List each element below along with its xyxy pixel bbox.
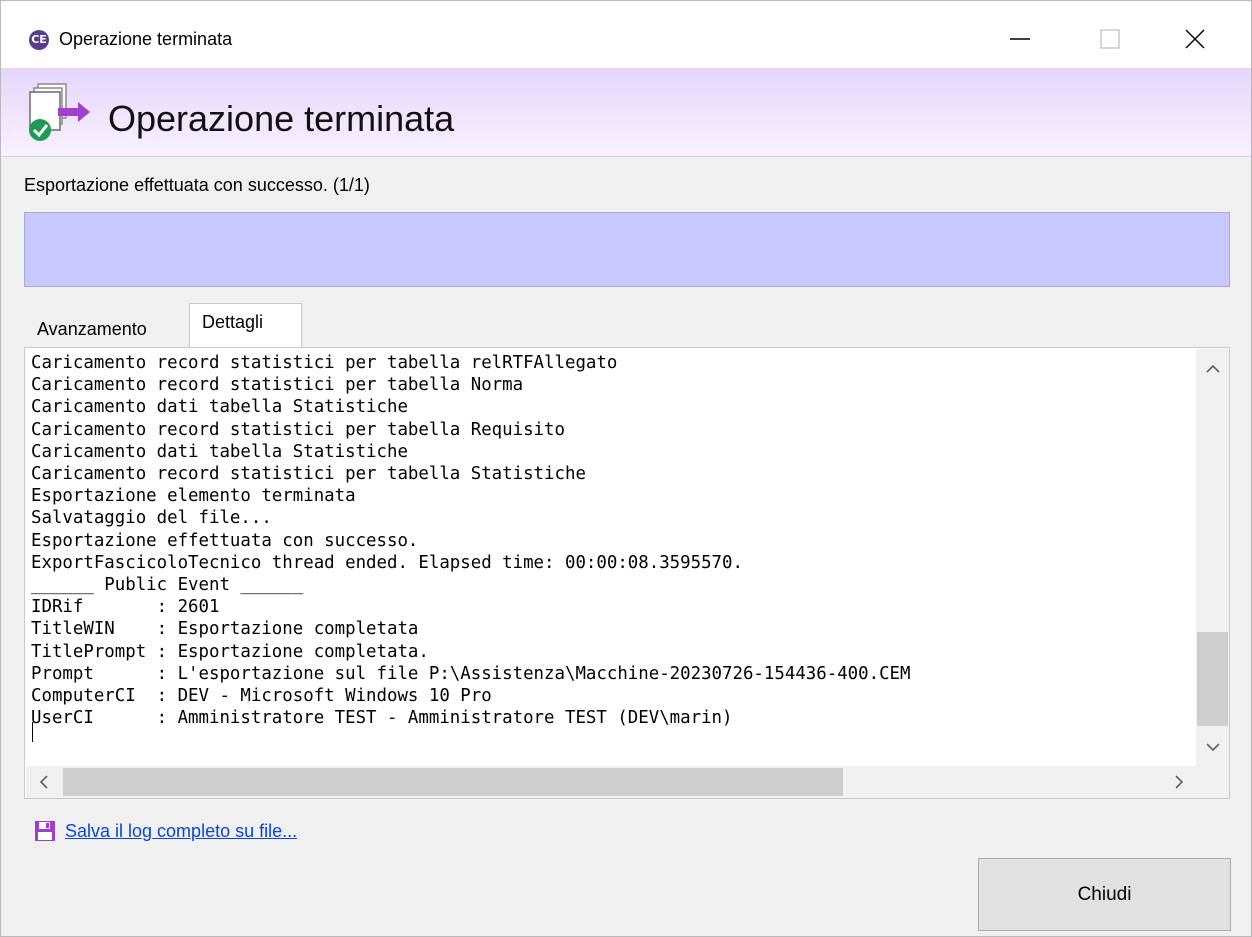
close-icon bbox=[1185, 29, 1205, 49]
close-button-label: Chiudi bbox=[1077, 883, 1132, 905]
chevron-up-icon bbox=[1205, 364, 1220, 373]
tab-avanzamento[interactable]: Avanzamento bbox=[34, 313, 147, 349]
log-line: ComputerCI : DEV - Microsoft Windows 10 … bbox=[31, 686, 492, 707]
horizontal-scrollbar[interactable] bbox=[26, 766, 1196, 798]
chevron-down-icon bbox=[1205, 743, 1220, 752]
vertical-scrollbar[interactable] bbox=[1196, 349, 1229, 767]
maximize-icon bbox=[1100, 29, 1120, 49]
minimize-button[interactable] bbox=[991, 15, 1049, 63]
tab-dettagli[interactable]: Dettagli bbox=[189, 303, 302, 351]
export-success-icon bbox=[29, 83, 90, 141]
log-line: Caricamento record statistici per tabell… bbox=[31, 353, 618, 373]
log-line: Esportazione effettuata con successo. bbox=[31, 530, 419, 551]
log-line: Caricamento dati tabella Statistiche bbox=[31, 397, 408, 418]
log-line: Salvataggio del file... bbox=[31, 508, 272, 529]
tab-label: Avanzamento bbox=[37, 319, 147, 339]
log-line: Caricamento record statistici per tabell… bbox=[31, 375, 524, 396]
log-line: ______ Public Event ______ bbox=[31, 575, 304, 596]
scroll-up-button[interactable] bbox=[1196, 351, 1229, 387]
log-line: TitleWIN : Esportazione completata bbox=[31, 619, 419, 640]
floppy-disk-icon bbox=[35, 821, 55, 841]
save-log-label[interactable]: Salva il log completo su file... bbox=[65, 821, 297, 842]
log-line: ExportFascicoloTecnico thread ended. Ela… bbox=[31, 552, 743, 573]
vertical-scroll-thumb[interactable] bbox=[1197, 632, 1228, 726]
log-line: Esportazione elemento terminata bbox=[31, 486, 356, 507]
header-banner: Operazione terminata bbox=[1, 68, 1251, 157]
log-line: UserCI : Amministratore TEST - Amministr… bbox=[31, 708, 733, 729]
horizontal-scroll-thumb[interactable] bbox=[63, 768, 843, 796]
window-title: Operazione terminata bbox=[59, 29, 233, 49]
progress-bar bbox=[24, 212, 1230, 287]
log-textbox[interactable]: Caricamento record statistici per tabell… bbox=[24, 347, 1230, 799]
scroll-left-button[interactable] bbox=[26, 766, 62, 798]
header-title: Operazione terminata bbox=[108, 98, 455, 139]
minimize-icon bbox=[1010, 38, 1030, 40]
status-message: Esportazione effettuata con successo. (1… bbox=[24, 175, 370, 195]
chevron-right-icon bbox=[1175, 775, 1184, 789]
log-line: Caricamento record statistici per tabell… bbox=[31, 464, 586, 485]
app-icon: CE bbox=[29, 30, 49, 50]
scrollbar-corner bbox=[1196, 766, 1229, 798]
maximize-button[interactable] bbox=[1081, 15, 1139, 63]
tab-label: Dettagli bbox=[202, 312, 264, 332]
text-caret bbox=[32, 722, 33, 742]
log-line: Caricamento record statistici per tabell… bbox=[31, 419, 565, 440]
log-text[interactable]: Caricamento record statistici per tabell… bbox=[31, 352, 1189, 766]
log-line: Prompt : L'esportazione sul file P:\Assi… bbox=[31, 663, 911, 684]
scroll-down-button[interactable] bbox=[1196, 729, 1229, 765]
log-line: IDRif : 2601 bbox=[31, 597, 220, 618]
log-line: TitlePrompt : Esportazione completata. bbox=[31, 641, 429, 662]
close-button[interactable]: Chiudi bbox=[978, 858, 1231, 931]
title-bar[interactable]: CE Operazione terminata bbox=[1, 1, 1251, 68]
save-log-link[interactable]: Salva il log completo su file... bbox=[34, 820, 297, 842]
log-line: Caricamento dati tabella Statistiche bbox=[31, 441, 408, 462]
chevron-left-icon bbox=[39, 775, 48, 789]
dialog-window: CE Operazione terminata Operazione termi… bbox=[0, 0, 1252, 937]
scroll-right-button[interactable] bbox=[1162, 766, 1196, 798]
close-window-button[interactable] bbox=[1166, 15, 1224, 63]
